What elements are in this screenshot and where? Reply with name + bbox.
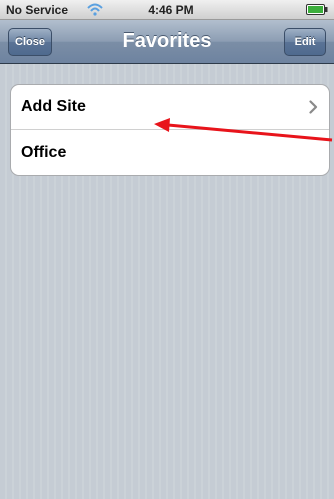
edit-button[interactable]: Edit	[284, 28, 326, 56]
status-bar: No Service 4:46 PM	[0, 0, 334, 20]
battery-icon	[306, 4, 328, 15]
red-arrow-icon	[154, 118, 333, 142]
office-label: Office	[21, 144, 67, 161]
add-site-label: Add Site	[21, 98, 86, 115]
status-clock: 4:46 PM	[148, 3, 194, 17]
iphone-screen: No Service 4:46 PM Close Favorites Edit …	[0, 0, 334, 499]
navigation-bar: Close Favorites Edit	[0, 20, 334, 64]
